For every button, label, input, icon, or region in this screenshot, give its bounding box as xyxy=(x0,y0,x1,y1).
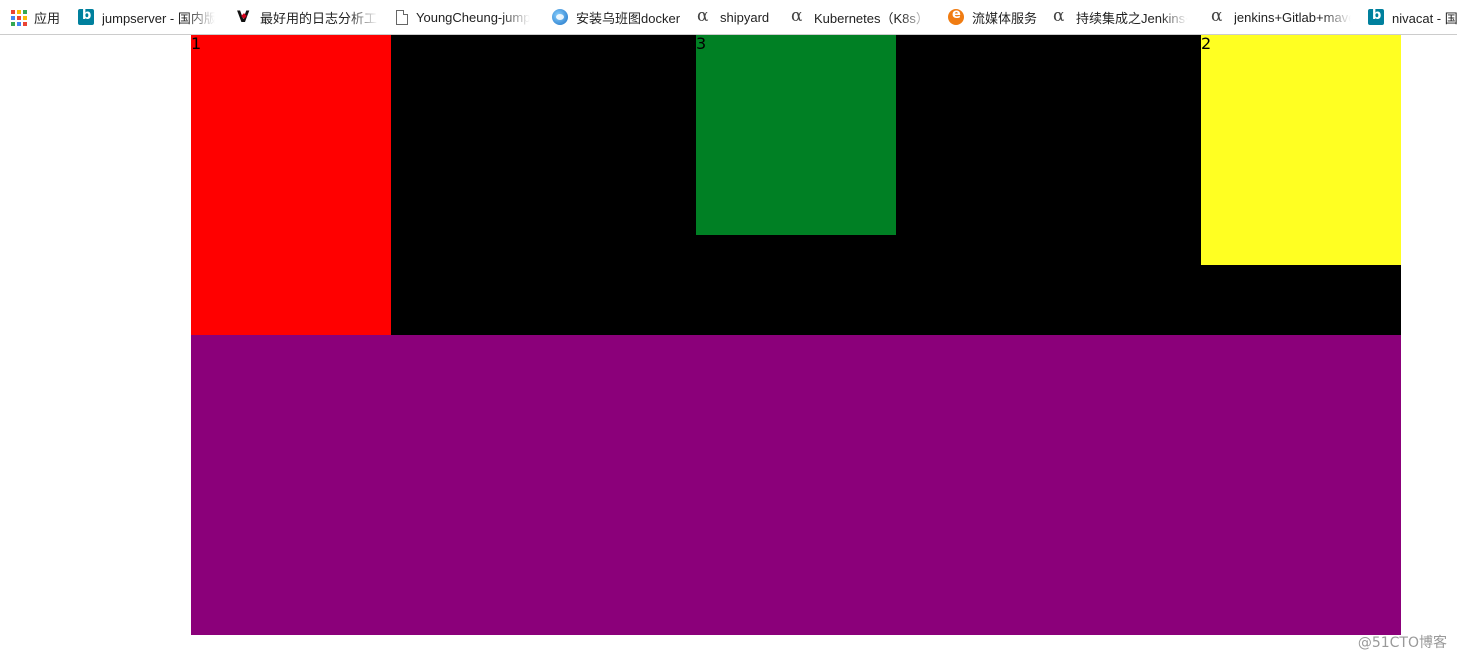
watermark-text: @51CTO博客 xyxy=(1357,635,1447,651)
bing-icon xyxy=(1368,8,1384,25)
globe-icon xyxy=(552,9,568,25)
bookmark-jumpserver[interactable]: jumpserver - 国内版 xyxy=(78,0,215,34)
box-1: 1 xyxy=(191,35,391,335)
bookmark-label: Kubernetes（K8s） xyxy=(814,10,929,26)
box-2: 2 xyxy=(1201,35,1401,265)
bookmark-label: 安装乌班图docker xyxy=(576,10,681,26)
orange-e-icon xyxy=(948,7,964,25)
bookmark-label: 最好用的日志分析工具 xyxy=(260,10,378,26)
bookmark-shipyard[interactable]: shipyard xyxy=(696,0,776,34)
bookmark-log-analysis[interactable]: 最好用的日志分析工具 xyxy=(236,0,378,34)
swirl-icon xyxy=(1052,6,1068,26)
bookmark-streaming[interactable]: 流媒体服务 xyxy=(948,0,1038,34)
swirl-icon xyxy=(696,6,712,26)
bookmarks-bar: 应用 jumpserver - 国内版 最好用的日志分析工具 YoungCheu… xyxy=(0,0,1457,35)
bookmark-ubuntu-docker[interactable]: 安装乌班图docker xyxy=(552,0,682,34)
bookmark-label: 持续集成之Jenkins+ xyxy=(1076,10,1188,26)
box-2-label: 2 xyxy=(1201,34,1212,53)
bookmark-label: 应用 xyxy=(34,10,61,26)
bookmark-label: shipyard xyxy=(720,9,770,25)
box-3-label: 3 xyxy=(696,34,707,53)
bing-icon xyxy=(78,8,94,25)
bookmark-youngcheung[interactable]: YoungCheung-jump xyxy=(396,0,532,34)
top-row-container: 1 3 2 xyxy=(191,35,1401,335)
swirl-icon xyxy=(1210,6,1226,26)
bookmark-apps[interactable]: 应用 xyxy=(10,0,70,34)
v-logo-icon xyxy=(236,7,252,26)
bookmark-jenkins-gitlab[interactable]: jenkins+Gitlab+maven xyxy=(1210,0,1351,34)
bookmark-label: YoungCheung-jump xyxy=(416,9,531,25)
bottom-block xyxy=(191,335,1401,635)
bookmark-label: jumpserver - 国内版 xyxy=(102,10,215,26)
bookmark-label: 流媒体服务 xyxy=(972,10,1038,26)
layout-stage: 1 3 2 xyxy=(191,35,1401,635)
bookmark-nivacat[interactable]: nivacat - 国 xyxy=(1368,0,1457,34)
bookmark-label: jenkins+Gitlab+maven xyxy=(1234,9,1351,25)
swirl-icon xyxy=(790,6,806,26)
apps-grid-icon xyxy=(10,9,27,26)
bookmark-jenkins-ci[interactable]: 持续集成之Jenkins+ xyxy=(1052,0,1188,34)
box-3: 3 xyxy=(696,35,896,235)
document-icon xyxy=(396,9,408,25)
bookmark-kubernetes[interactable]: Kubernetes（K8s） xyxy=(790,0,930,34)
box-1-label: 1 xyxy=(191,34,202,53)
bookmark-label: nivacat - 国 xyxy=(1392,10,1457,26)
